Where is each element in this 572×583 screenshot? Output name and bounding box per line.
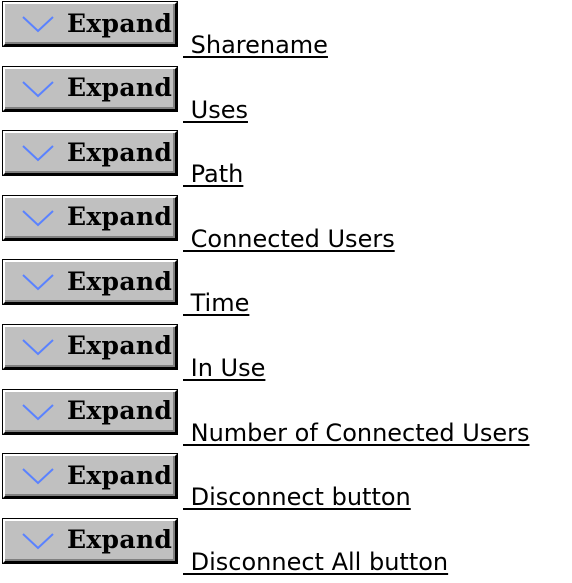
expand-button-label: Expand: [67, 525, 173, 555]
list-item: Expand Number of Connected Users: [3, 389, 572, 455]
list-item: Expand Time: [3, 260, 572, 325]
expand-button[interactable]: Expand: [3, 131, 177, 176]
chevron-down-icon: [21, 208, 55, 228]
list-item: Expand Connected Users: [3, 195, 572, 261]
chevron-down-icon: [21, 79, 55, 99]
list-item: Expand Sharename: [3, 2, 572, 67]
expand-button-label: Expand: [67, 73, 173, 103]
topic-link-disconnect-button[interactable]: Disconnect button: [183, 483, 411, 512]
expand-button-label: Expand: [67, 396, 173, 426]
chevron-down-icon: [21, 337, 55, 357]
topic-link-time[interactable]: Time: [183, 289, 250, 318]
expand-button[interactable]: Expand: [3, 195, 177, 240]
chevron-down-icon: [21, 402, 55, 422]
topic-link-in-use[interactable]: In Use: [183, 354, 266, 383]
topic-link-sharename[interactable]: Sharename: [183, 31, 328, 60]
expand-button-label: Expand: [67, 137, 173, 167]
expand-button[interactable]: Expand: [3, 454, 177, 499]
expand-button[interactable]: Expand: [3, 2, 177, 46]
chevron-down-icon: [21, 272, 55, 292]
expand-button-label: Expand: [67, 266, 173, 296]
expand-button[interactable]: Expand: [3, 260, 177, 305]
chevron-down-icon: [21, 143, 55, 163]
help-topic-list: Expand Sharename Expand Uses Expand Path…: [3, 2, 572, 583]
expand-button[interactable]: Expand: [3, 389, 177, 434]
expand-button-label: Expand: [67, 202, 173, 232]
topic-link-path[interactable]: Path: [183, 160, 244, 189]
topic-link-connected-users[interactable]: Connected Users: [183, 225, 395, 254]
topic-link-number-of-connected-users[interactable]: Number of Connected Users: [183, 419, 530, 448]
list-item: Expand Path: [3, 131, 572, 196]
expand-button-label: Expand: [67, 331, 173, 361]
expand-button[interactable]: Expand: [3, 66, 177, 111]
list-item: Expand Disconnect button: [3, 454, 572, 519]
list-item: Expand Disconnect All button: [3, 518, 572, 583]
expand-button-label: Expand: [67, 8, 173, 38]
expand-button[interactable]: Expand: [3, 324, 177, 369]
topic-link-uses[interactable]: Uses: [183, 96, 248, 125]
chevron-down-icon: [21, 466, 55, 486]
chevron-down-icon: [21, 14, 55, 34]
expand-button-label: Expand: [67, 460, 173, 490]
chevron-down-icon: [21, 531, 55, 551]
expand-button[interactable]: Expand: [3, 518, 177, 563]
list-item: Expand In Use: [3, 324, 572, 390]
topic-link-disconnect-all-button[interactable]: Disconnect All button: [183, 548, 449, 577]
list-item: Expand Uses: [3, 66, 572, 132]
